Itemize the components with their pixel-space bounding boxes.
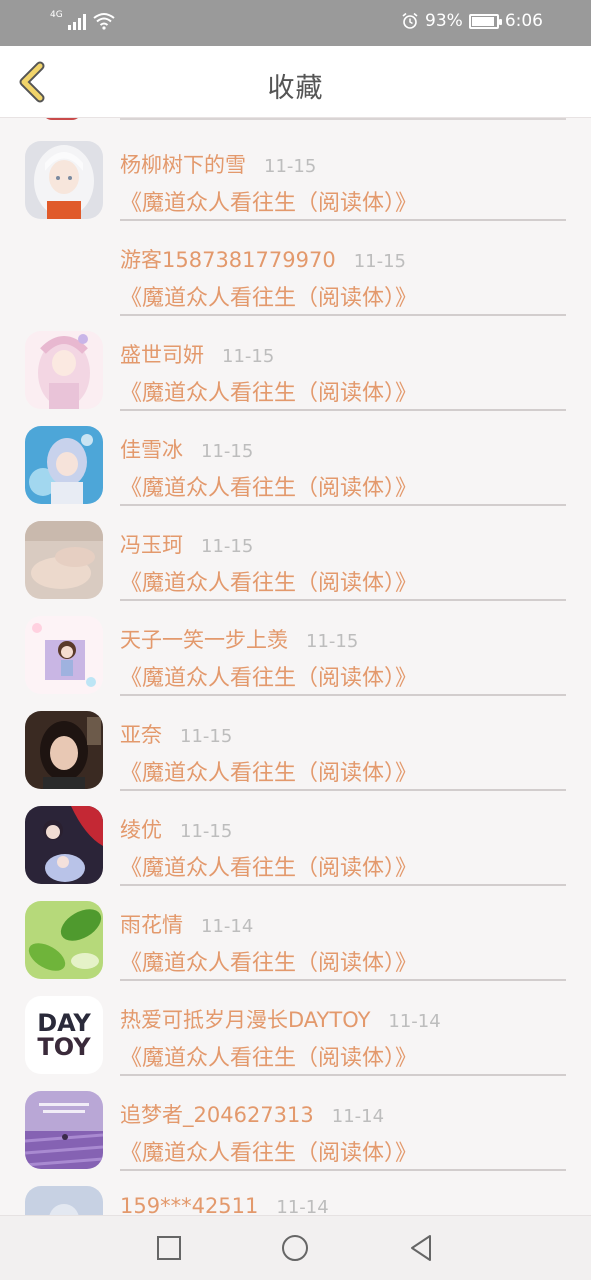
avatar[interactable] (25, 141, 103, 219)
favorite-date: 11-15 (180, 726, 233, 747)
book-title-link[interactable]: 《魔道众人看往生（阅读体）》 (120, 185, 417, 217)
favorite-date: 11-15 (306, 631, 359, 652)
favorite-date: 11-15 (201, 441, 254, 462)
row-header: 杨柳树下的雪 11-15 (120, 149, 316, 179)
user-name[interactable]: 热爱可抵岁月漫长DAYTOY (120, 1004, 370, 1034)
avatar[interactable]: DAY TOY (25, 996, 103, 1074)
row-header: 追梦者_204627313 11-14 (120, 1099, 384, 1129)
book-title-link[interactable]: 《魔道众人看往生（阅读体）》 (120, 1135, 417, 1167)
user-name[interactable]: 佳雪冰 (120, 434, 183, 464)
user-name[interactable]: 冯玉珂 (120, 529, 183, 559)
book-title-link[interactable]: 《魔道众人看往生（阅读体）》 (120, 755, 417, 787)
user-name[interactable]: 159***42511 (120, 1194, 258, 1215)
circle-icon (282, 1235, 308, 1261)
favorite-date: 11-15 (201, 536, 254, 557)
row-header: 绫优 11-15 (120, 814, 232, 844)
favorite-date: 11-15 (222, 346, 275, 367)
user-name[interactable]: 追梦者_204627313 (120, 1099, 314, 1129)
recent-apps-button[interactable] (154, 1233, 184, 1263)
home-button[interactable] (280, 1233, 310, 1263)
user-name[interactable]: 盛世司妍 (120, 339, 204, 369)
avatar[interactable] (25, 426, 103, 504)
row-header: 天子一笑一步上羡 11-15 (120, 624, 358, 654)
row-header: 佳雪冰 11-15 (120, 434, 253, 464)
favorite-row[interactable]: 游客1587381779970 11-15 《魔道众人看往生（阅读体）》 (0, 220, 591, 316)
row-header: 159***42511 11-14 (120, 1194, 329, 1215)
favorite-date: 11-14 (331, 1106, 385, 1127)
user-name[interactable]: 雨花情 (120, 909, 183, 939)
row-header: 热爱可抵岁月漫长DAYTOY 11-14 (120, 1004, 441, 1034)
favorite-row[interactable]: 追梦者_204627313 11-14 《魔道众人看往生（阅读体）》 (0, 1075, 591, 1171)
alarm-icon (402, 12, 418, 29)
status-right: 93% 6:06 (401, 11, 543, 31)
user-name[interactable]: 游客1587381779970 (120, 244, 336, 274)
page-title: 收藏 (267, 73, 324, 104)
triangle-back-icon (411, 1235, 431, 1261)
favorite-date: 11-14 (388, 1011, 441, 1032)
user-name[interactable]: 天子一笑一步上羡 (120, 624, 288, 654)
book-title-link[interactable]: 《魔道众人看往生（阅读体）》 (120, 850, 417, 882)
status-bar: 4G 93% 6:06 (0, 0, 591, 46)
user-name[interactable]: 杨柳树下的雪 (120, 149, 246, 179)
avatar-logo-text: TOY (37, 1033, 91, 1061)
row-header: 亚奈 11-15 (120, 719, 232, 749)
book-title-link[interactable]: 《魔道众人看往生（阅读体）》 (120, 470, 417, 502)
avatar[interactable] (25, 1091, 103, 1169)
favorite-row[interactable]: 佳雪冰 11-15 《魔道众人看往生（阅读体）》 (0, 410, 591, 506)
favorite-row[interactable]: 159***42511 11-14 (0, 1170, 591, 1215)
avatar[interactable] (25, 331, 103, 409)
system-back-button[interactable] (406, 1233, 436, 1263)
book-title-link[interactable]: 《魔道众人看往生（阅读体）》 (120, 565, 417, 597)
navigation-bar (0, 1215, 591, 1280)
favorite-row[interactable]: DAY TOY 热爱可抵岁月漫长DAYTOY 11-14 《魔道众人看往生（阅读体）》 (0, 980, 591, 1076)
user-name[interactable]: 绫优 (120, 814, 162, 844)
row-header: 雨花情 11-14 (120, 909, 253, 939)
book-title-link[interactable]: 《魔道众人看往生（阅读体）》 (120, 945, 417, 977)
favorite-row[interactable]: 杨柳树下的雪 11-15 《魔道众人看往生（阅读体）》 (0, 125, 591, 221)
status-left: 4G (50, 10, 115, 30)
avatar[interactable] (25, 521, 103, 599)
battery-fill (471, 16, 494, 26)
favorite-row[interactable]: 绫优 11-15 《魔道众人看往生（阅读体）》 (0, 790, 591, 886)
partial-avatar (42, 118, 82, 120)
row-header: 游客1587381779970 11-15 (120, 244, 406, 274)
favorite-row[interactable]: 雨花情 11-14 《魔道众人看往生（阅读体）》 (0, 885, 591, 981)
avatar[interactable] (25, 1186, 103, 1215)
battery-icon (468, 13, 502, 29)
avatar-logo-text: DAY (37, 1009, 91, 1037)
favorite-row[interactable]: 冯玉珂 11-15 《魔道众人看往生（阅读体）》 (0, 505, 591, 601)
favorite-date: 11-15 (180, 821, 233, 842)
book-title-link[interactable]: 《魔道众人看往生（阅读体）》 (120, 1040, 417, 1072)
status-time: 6:06 (504, 11, 543, 31)
avatar[interactable] (25, 901, 103, 979)
avatar[interactable] (25, 711, 103, 789)
row-divider (120, 118, 566, 120)
row-header: 盛世司妍 11-15 (120, 339, 274, 369)
favorite-date: 11-15 (264, 156, 317, 177)
book-title-link[interactable]: 《魔道众人看往生（阅读体）》 (120, 375, 417, 407)
favorite-row[interactable]: 盛世司妍 11-15 《魔道众人看往生（阅读体）》 (0, 315, 591, 411)
wifi-icon (93, 13, 115, 30)
favorite-date: 11-14 (201, 916, 254, 937)
favorites-list[interactable]: 杨柳树下的雪 11-15 《魔道众人看往生（阅读体）》 游客1587381779970… (0, 118, 591, 1215)
avatar[interactable] (25, 806, 103, 884)
row-header: 冯玉珂 11-15 (120, 529, 253, 559)
avatar[interactable] (25, 616, 103, 694)
square-icon (157, 1236, 181, 1260)
signal-icon (67, 14, 86, 30)
book-title-link[interactable]: 《魔道众人看往生（阅读体）》 (120, 660, 417, 692)
network-type: 4G (50, 10, 63, 20)
favorite-row[interactable]: 天子一笑一步上羡 11-15 《魔道众人看往生（阅读体）》 (0, 600, 591, 696)
favorite-row[interactable]: 亚奈 11-15 《魔道众人看往生（阅读体）》 (0, 695, 591, 791)
header: 收藏 (0, 46, 591, 118)
user-name[interactable]: 亚奈 (120, 719, 162, 749)
battery-percent: 93% (425, 11, 463, 31)
book-title-link[interactable]: 《魔道众人看往生（阅读体）》 (120, 280, 417, 312)
favorite-date: 11-14 (276, 1197, 329, 1215)
favorite-date: 11-15 (353, 251, 407, 272)
